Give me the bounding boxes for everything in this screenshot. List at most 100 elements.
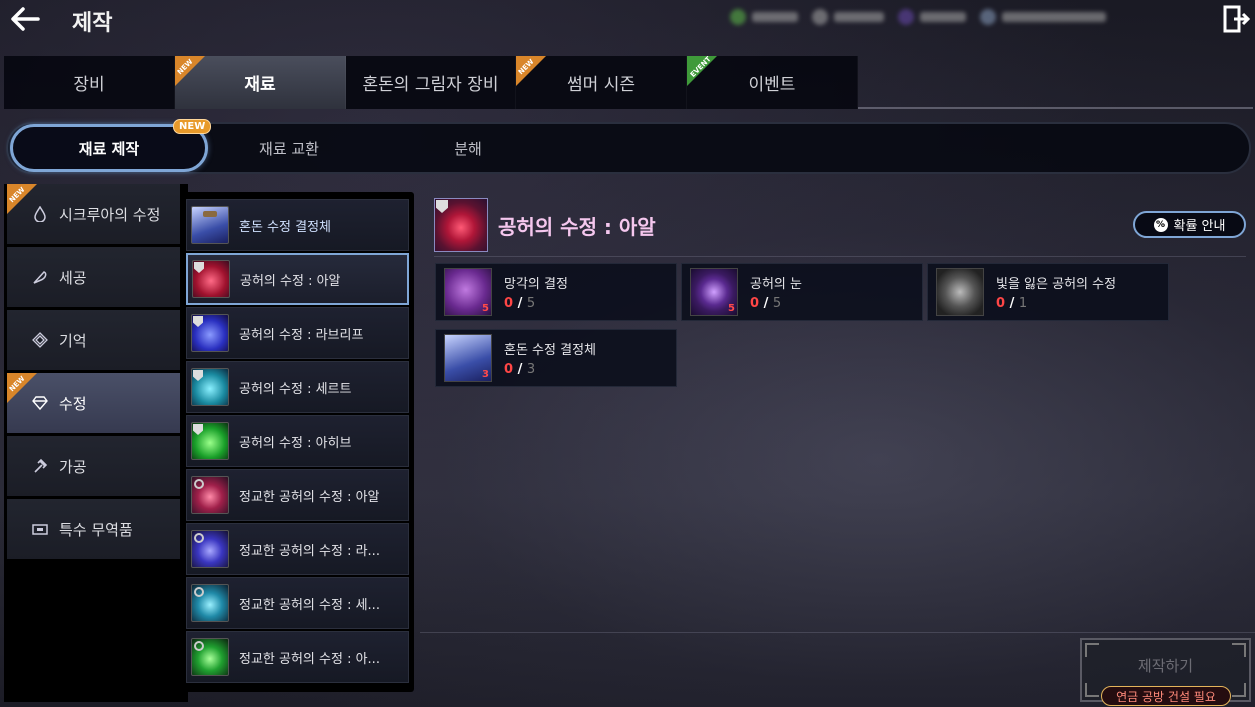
category-memory[interactable]: 기억 [7, 310, 180, 370]
material-slot[interactable]: 5 공허의 눈 0 / 5 [681, 263, 923, 321]
material-name: 망각의 결정 [504, 277, 568, 292]
subtab-label: 분해 [454, 139, 482, 158]
recipe-item[interactable]: 정교한 공허의 수정 : 라... [186, 523, 409, 575]
recipe-label: 정교한 공허의 수정 : 아... [239, 651, 380, 667]
probability-info-button[interactable]: % 확률 안내 [1133, 211, 1246, 238]
material-slot[interactable]: 5 망각의 결정 0 / 5 [435, 263, 677, 321]
recipe-detail-header: 공허의 수정 : 아알 [434, 198, 656, 252]
void-crystal-sert-icon [191, 368, 229, 406]
tab-materials[interactable]: NEW 재료 [175, 56, 346, 109]
material-name: 혼돈 수정 결정체 [504, 343, 596, 358]
refined-void-crystal-ahib-icon [191, 638, 229, 676]
probability-label: 확률 안내 [1173, 219, 1226, 234]
void-crystal-aal-icon [192, 260, 230, 298]
subtab-dismantle[interactable]: 분해 [388, 124, 548, 172]
material-slot[interactable]: 3 혼돈 수정 결정체 0 / 3 [435, 329, 677, 387]
material-quantity: 0 / 5 [750, 296, 782, 311]
tab-event[interactable]: EVENT 이벤트 [687, 56, 858, 109]
category-label: 수정 [59, 394, 87, 413]
category-label: 시크루아의 수정 [59, 205, 161, 224]
main-tab-bar: 장비 NEW 재료 혼돈의 그림자 장비 NEW 썸머 시즌 EVENT 이벤트 [4, 56, 858, 109]
new-ribbon: NEW [7, 373, 37, 403]
top-bar: 제작 [0, 0, 1255, 40]
craft-label: 제작하기 [1137, 656, 1194, 675]
void-eye-icon: 5 [690, 268, 738, 316]
tab-equipment[interactable]: 장비 [4, 56, 175, 109]
page-title: 제작 [72, 11, 113, 36]
category-crystal[interactable]: NEW 수정 [7, 373, 180, 433]
recipe-item[interactable]: 공허의 수정 : 아알 [186, 253, 409, 305]
back-arrow-icon[interactable] [8, 4, 42, 34]
detail-divider [434, 256, 1246, 257]
recipe-item[interactable]: 공허의 수정 : 세르트 [186, 361, 409, 413]
new-badge: NEW [173, 119, 212, 134]
tab-label: 혼돈의 그림자 장비 [362, 75, 499, 95]
recipe-item[interactable]: 혼돈 수정 결정체 [186, 199, 409, 251]
frame-corner [1232, 683, 1246, 697]
new-ribbon: NEW [175, 56, 205, 86]
material-name: 공허의 눈 [750, 277, 802, 292]
category-label: 세공 [59, 268, 87, 287]
refined-void-crystal-sert-icon [191, 584, 229, 622]
tab-label: 이벤트 [748, 75, 796, 95]
material-quantity: 0 / 1 [996, 296, 1028, 311]
recipe-label: 혼돈 수정 결정체 [239, 219, 331, 235]
recipe-title: 공허의 수정 : 아알 [498, 214, 656, 239]
category-processing[interactable]: 가공 [7, 436, 180, 496]
recipe-item[interactable]: 정교한 공허의 수정 : 세... [186, 577, 409, 629]
material-quantity: 0 / 5 [504, 296, 536, 311]
subtab-material-exchange[interactable]: 재료 교환 [208, 124, 370, 172]
void-crystal-ahib-icon [191, 422, 229, 460]
category-craftsmanship[interactable]: 세공 [7, 247, 180, 307]
tab-summer-season[interactable]: NEW 썸머 시즌 [516, 56, 687, 109]
subtab-material-craft[interactable]: 재료 제작 NEW [10, 119, 212, 172]
void-crystal-aal-large-icon [434, 198, 488, 252]
oblivion-crystal-icon: 5 [444, 268, 492, 316]
chaos-crystal-bottle-icon: 3 [444, 334, 492, 382]
category-crystal-of-sikrua[interactable]: NEW 시크루아의 수정 [7, 184, 180, 244]
tab-divider [858, 107, 1253, 109]
sub-tab-bar: 재료 제작 NEW 재료 교환 분해 [6, 119, 1251, 174]
feather-icon [31, 268, 49, 286]
tab-label: 썸머 시즌 [567, 75, 635, 95]
recipe-label: 공허의 수정 : 아히브 [239, 435, 352, 451]
recipe-label: 정교한 공허의 수정 : 아알 [239, 489, 380, 505]
material-slot[interactable]: 빛을 잃은 공허의 수정 0 / 1 [927, 263, 1169, 321]
footer-divider [420, 632, 1255, 633]
exit-icon[interactable] [1222, 4, 1250, 34]
category-label: 가공 [59, 457, 87, 476]
frame-corner [1085, 683, 1099, 697]
subtab-label: 재료 제작 [78, 139, 140, 158]
requirement-badge: 연금 공방 건설 필요 [1101, 686, 1231, 706]
refined-void-crystal-aal-icon [191, 476, 229, 514]
category-special-trade-goods[interactable]: 특수 무역품 [7, 499, 180, 559]
recipe-label: 정교한 공허의 수정 : 라... [239, 543, 380, 559]
frame-corner [1085, 643, 1099, 657]
tab-chaos-shadow-equipment[interactable]: 혼돈의 그림자 장비 [346, 56, 516, 109]
trade-icon [31, 520, 49, 538]
refined-void-crystal-labrif-icon [191, 530, 229, 568]
memory-icon [31, 331, 49, 349]
category-label: 기억 [59, 331, 87, 350]
hammer-icon [31, 457, 49, 475]
material-name: 빛을 잃은 공허의 수정 [996, 277, 1117, 292]
recipe-item[interactable]: 공허의 수정 : 아히브 [186, 415, 409, 467]
percent-icon: % [1153, 217, 1168, 232]
chaos-crystal-bottle-icon [191, 206, 229, 244]
recipe-item[interactable]: 정교한 공허의 수정 : 아알 [186, 469, 409, 521]
frame-corner [1232, 643, 1246, 657]
recipe-list: 혼돈 수정 결정체 공허의 수정 : 아알 공허의 수정 : 라브리프 공허의 … [182, 192, 414, 692]
dim-void-crystal-icon [936, 268, 984, 316]
recipe-label: 공허의 수정 : 아알 [240, 273, 341, 289]
recipe-item[interactable]: 공허의 수정 : 라브리프 [186, 307, 409, 359]
subtab-label: 재료 교환 [259, 139, 319, 158]
void-crystal-labrif-icon [191, 314, 229, 352]
material-quantity: 0 / 3 [504, 362, 536, 377]
new-ribbon: NEW [516, 56, 546, 86]
currency-bar [730, 6, 1106, 28]
event-ribbon: EVENT [687, 56, 717, 86]
recipe-item[interactable]: 정교한 공허의 수정 : 아... [186, 631, 409, 683]
recipe-label: 공허의 수정 : 라브리프 [239, 327, 364, 343]
new-ribbon: NEW [7, 184, 37, 214]
tab-label: 재료 [244, 75, 276, 95]
